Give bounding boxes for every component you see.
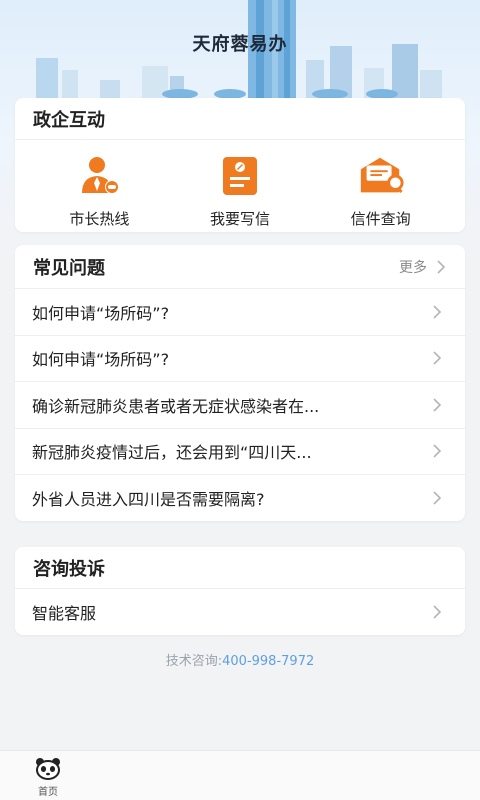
chevron-right-icon (437, 259, 446, 274)
write-letter-icon (216, 152, 264, 200)
faq-item-text: 如何申请“场所码”? (32, 303, 170, 323)
bottom-tab-bar: 首页 (0, 750, 480, 800)
faq-more-link[interactable]: 更多 (399, 257, 447, 277)
faq-item[interactable]: 如何申请“场所码”? (15, 289, 465, 336)
write-letter-label: 我要写信 (209, 210, 270, 228)
smart-customer-service-label: 智能客服 (32, 604, 97, 623)
letter-query-button[interactable]: 信件查询 (316, 152, 446, 229)
chevron-right-icon (433, 351, 442, 365)
consult-header: 咨询投诉 (15, 547, 465, 589)
smart-customer-service-item[interactable]: 智能客服 (15, 589, 465, 635)
mayor-hotline-icon (75, 152, 123, 200)
panda-icon (36, 758, 60, 780)
tab-home-label: 首页 (38, 787, 58, 798)
faq-item[interactable]: 如何申请“场所码”? (15, 336, 465, 382)
faq-item-text: 如何申请“场所码”? (32, 350, 170, 370)
interaction-title: 政企互动 (33, 109, 105, 131)
chevron-right-icon (433, 444, 442, 458)
consult-title: 咨询投诉 (33, 558, 105, 580)
mayor-hotline-label: 市长热线 (69, 210, 130, 228)
chevron-right-icon (433, 605, 442, 619)
faq-item[interactable]: 外省人员进入四川是否需要隔离? (15, 475, 465, 522)
faq-item-text: 外省人员进入四川是否需要隔离? (32, 490, 265, 510)
tech-support-line: 技术咨询:400-998-7972 (0, 650, 480, 669)
write-letter-button[interactable]: 我要写信 (175, 152, 305, 229)
tech-support-phone[interactable]: 400-998-7972 (222, 654, 314, 669)
faq-more-label: 更多 (399, 259, 427, 276)
faq-item-text: 新冠肺炎疫情过后，还会用到“四川天... (32, 443, 312, 463)
faq-card: 常见问题 更多 如何申请“场所码”? 如何申请“场所码”? 确诊新冠肺炎患者或者… (15, 245, 465, 521)
chevron-right-icon (433, 305, 442, 319)
consult-complaint-card: 咨询投诉 智能客服 (15, 547, 465, 635)
interaction-actions: 市长热线 我要写信 信件查询 (15, 140, 465, 229)
interaction-header: 政企互动 (15, 98, 465, 140)
tech-support-label: 技术咨询: (165, 654, 223, 669)
government-interaction-card: 政企互动 市长热线 我要写信 信件查询 (15, 98, 465, 232)
chevron-right-icon (433, 491, 442, 505)
faq-item[interactable]: 新冠肺炎疫情过后，还会用到“四川天... (15, 429, 465, 475)
tab-home[interactable]: 首页 (24, 757, 72, 798)
faq-title: 常见问题 (33, 257, 105, 279)
faq-item-text: 确诊新冠肺炎患者或者无症状感染者在... (32, 396, 320, 416)
letter-query-label: 信件查询 (350, 210, 411, 228)
chevron-right-icon (433, 398, 442, 412)
letter-query-icon (357, 152, 405, 200)
faq-header: 常见问题 更多 (15, 245, 465, 289)
mayor-hotline-button[interactable]: 市长热线 (34, 152, 164, 229)
faq-item[interactable]: 确诊新冠肺炎患者或者无症状感染者在... (15, 382, 465, 429)
app-title: 天府蓉易办 (192, 34, 288, 55)
